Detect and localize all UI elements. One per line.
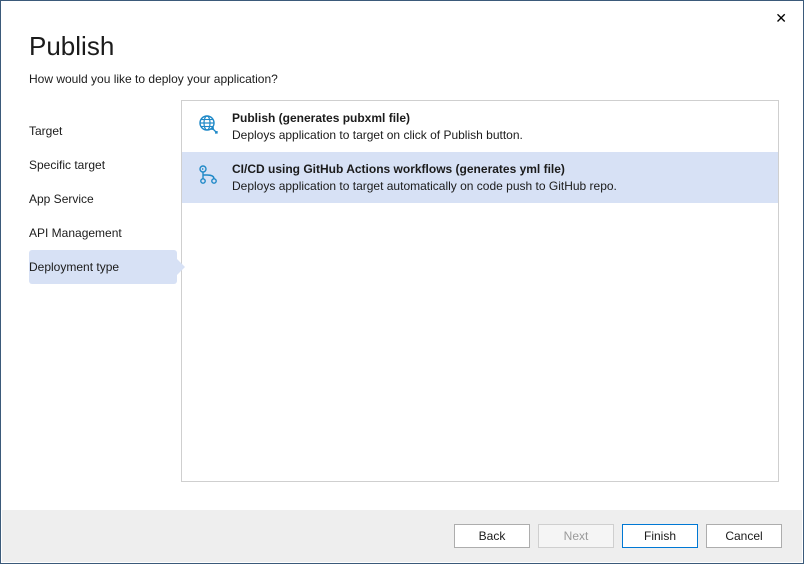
sidebar-item-specific-target[interactable]: Specific target (29, 148, 177, 182)
sidebar-item-target[interactable]: Target (29, 114, 177, 148)
option-title: CI/CD using GitHub Actions workflows (ge… (232, 162, 764, 176)
next-button: Next (538, 524, 614, 548)
sidebar-item-label: Deployment type (29, 260, 119, 274)
option-cicd-github[interactable]: CI/CD using GitHub Actions workflows (ge… (182, 152, 778, 203)
sidebar-item-label: Target (29, 124, 62, 138)
sidebar-item-label: API Management (29, 226, 122, 240)
footer: Back Next Finish Cancel (2, 510, 802, 562)
workflow-icon (196, 162, 220, 186)
globe-publish-icon (196, 111, 220, 135)
options-panel: Publish (generates pubxml file) Deploys … (181, 100, 779, 482)
option-text: Publish (generates pubxml file) Deploys … (232, 111, 764, 142)
option-description: Deploys application to target on click o… (232, 128, 764, 142)
back-button[interactable]: Back (454, 524, 530, 548)
sidebar-item-deployment-type[interactable]: Deployment type (29, 250, 177, 284)
option-text: CI/CD using GitHub Actions workflows (ge… (232, 162, 764, 193)
sidebar-item-app-service[interactable]: App Service (29, 182, 177, 216)
option-title: Publish (generates pubxml file) (232, 111, 764, 125)
content: Target Specific target App Service API M… (1, 100, 803, 482)
close-icon[interactable]: ✕ (775, 11, 787, 25)
sidebar-item-api-management[interactable]: API Management (29, 216, 177, 250)
option-publish[interactable]: Publish (generates pubxml file) Deploys … (182, 101, 778, 152)
option-description: Deploys application to target automatica… (232, 179, 764, 193)
sidebar-item-label: Specific target (29, 158, 105, 172)
header: Publish How would you like to deploy you… (1, 1, 803, 100)
sidebar-item-label: App Service (29, 192, 94, 206)
finish-button[interactable]: Finish (622, 524, 698, 548)
page-title: Publish (29, 31, 775, 62)
page-subtitle: How would you like to deploy your applic… (29, 72, 775, 86)
sidebar: Target Specific target App Service API M… (29, 100, 177, 482)
cancel-button[interactable]: Cancel (706, 524, 782, 548)
